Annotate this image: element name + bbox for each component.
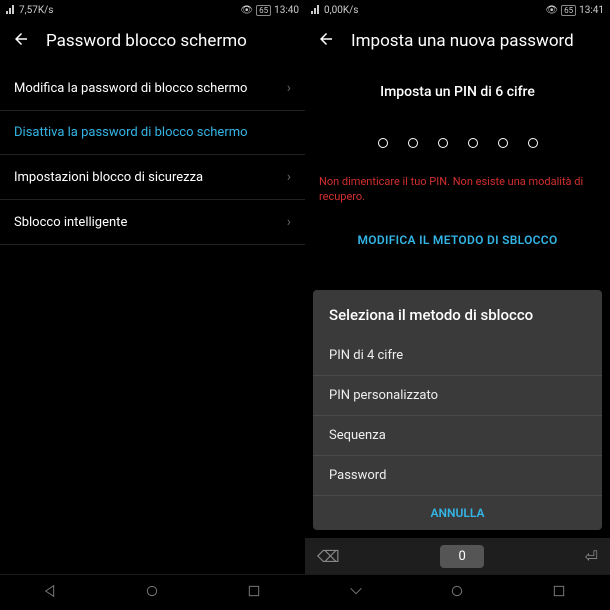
nav-bar [305, 574, 610, 610]
screen-left: 7,57K/s 👁 65 13:40 Password blocco scher… [0, 0, 305, 610]
screen-right: 0,00K/s 👁 65 13:41 Imposta una nuova pas… [305, 0, 610, 610]
backspace-icon[interactable]: ⌫ [317, 547, 340, 566]
pin-dot [528, 138, 538, 148]
enter-icon[interactable]: ⏎ [585, 547, 598, 566]
nav-back-icon[interactable] [43, 583, 59, 603]
page-title: Imposta una nuova password [351, 31, 574, 51]
pin-instruction: Imposta un PIN di 6 cifre [305, 84, 610, 100]
pin-dots [305, 138, 610, 148]
back-icon[interactable] [12, 30, 30, 52]
pin-dot [438, 138, 448, 148]
clock: 13:40 [274, 5, 299, 16]
eye-icon: 👁 [545, 5, 558, 16]
network-speed: 7,57K/s [19, 5, 53, 16]
item-lock-settings[interactable]: Impostazioni blocco di sicurezza › [0, 155, 305, 200]
signal-icon [6, 4, 16, 17]
option-pin-4[interactable]: PIN di 4 cifre [313, 336, 602, 376]
signal-icon [311, 4, 321, 17]
change-unlock-method-button[interactable]: MODIFICA IL METODO DI SBLOCCO [305, 233, 610, 247]
chevron-right-icon: › [287, 214, 291, 230]
cancel-button[interactable]: ANNULLA [313, 496, 602, 524]
pin-setup: Imposta un PIN di 6 cifre [305, 66, 610, 174]
nav-recent-icon[interactable] [551, 583, 567, 603]
nav-recent-icon[interactable] [246, 583, 262, 603]
item-label: Disattiva la password di blocco schermo [14, 125, 248, 140]
dialog-title: Seleziona il metodo di sblocco [313, 290, 602, 336]
item-label: Modifica la password di blocco schermo [14, 81, 247, 96]
battery-level: 65 [561, 5, 576, 16]
option-password[interactable]: Password [313, 456, 602, 496]
eye-icon: 👁 [240, 5, 253, 16]
warning-text: Non dimenticare il tuo PIN. Non esiste u… [305, 174, 610, 205]
option-pin-custom[interactable]: PIN personalizzato [313, 376, 602, 416]
header: Imposta una nuova password [305, 20, 610, 66]
battery-level: 65 [256, 5, 271, 16]
item-label: Sblocco intelligente [14, 215, 127, 230]
item-smart-unlock[interactable]: Sblocco intelligente › [0, 200, 305, 245]
pin-dot [498, 138, 508, 148]
nav-bar [0, 574, 305, 610]
key-zero[interactable]: 0 [440, 545, 483, 568]
nav-down-icon[interactable] [348, 583, 364, 603]
page-title: Password blocco schermo [46, 31, 247, 51]
nav-home-icon[interactable] [449, 583, 465, 603]
back-icon[interactable] [317, 30, 335, 52]
nav-home-icon[interactable] [144, 583, 160, 603]
chevron-right-icon: › [287, 169, 291, 185]
option-pattern[interactable]: Sequenza [313, 416, 602, 456]
item-label: Impostazioni blocco di sicurezza [14, 170, 203, 185]
network-speed: 0,00K/s [324, 5, 358, 16]
item-modify-password[interactable]: Modifica la password di blocco schermo › [0, 66, 305, 111]
status-bar: 0,00K/s 👁 65 13:41 [305, 0, 610, 20]
header: Password blocco schermo [0, 20, 305, 66]
pin-dot [378, 138, 388, 148]
status-bar: 7,57K/s 👁 65 13:40 [0, 0, 305, 20]
item-disable-password[interactable]: Disattiva la password di blocco schermo [0, 111, 305, 155]
unlock-method-dialog: Seleziona il metodo di sblocco PIN di 4 … [313, 290, 602, 530]
pin-dot [408, 138, 418, 148]
pin-dot [468, 138, 478, 148]
clock: 13:41 [579, 5, 604, 16]
chevron-right-icon: › [287, 80, 291, 96]
keyboard-row: ⌫ 0 ⏎ [305, 538, 610, 574]
